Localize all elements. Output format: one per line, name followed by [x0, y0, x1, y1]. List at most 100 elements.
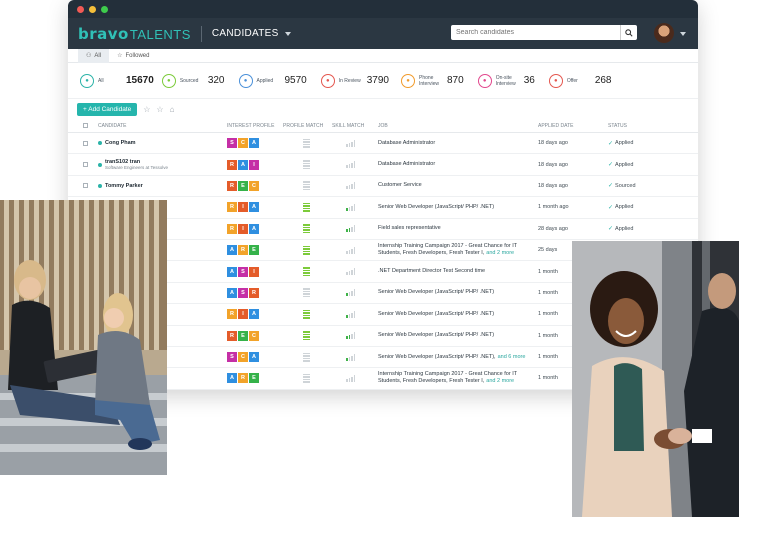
job-cell[interactable]: Internship Training Campaign 2017 - Grea…: [378, 243, 538, 257]
status-text: Applied: [615, 161, 634, 168]
star-outline-icon[interactable]: ☆: [156, 105, 163, 114]
skill-bar: [351, 248, 353, 254]
tab-followed[interactable]: ☆ Followed: [109, 49, 157, 63]
skill-match-icon: [346, 203, 378, 211]
job-cell[interactable]: .NET Department Director Test Second tim…: [378, 268, 538, 275]
search-button[interactable]: [620, 25, 637, 40]
col-job[interactable]: JOB: [378, 123, 538, 129]
skill-match-icon: [346, 139, 378, 147]
match-bar: [303, 248, 310, 250]
match-bar: [303, 333, 310, 336]
profile-match-cell: [283, 373, 332, 383]
tab-all[interactable]: ⚇ All: [78, 48, 110, 63]
interest-badge: A: [249, 309, 259, 320]
row-checkbox[interactable]: [83, 140, 88, 146]
candidate-name[interactable]: Tommy Parker: [105, 183, 143, 189]
interest-badge: R: [227, 223, 237, 234]
interest-badge: R: [249, 287, 259, 298]
more-jobs-link[interactable]: and 2 more: [486, 378, 514, 384]
stat-applied[interactable]: ● Applied 9570: [238, 63, 307, 99]
people-icon: ●: [80, 73, 94, 88]
stat-on-site-interview[interactable]: ● On-site Interview 36: [477, 63, 535, 99]
match-bar: [303, 229, 310, 231]
interest-badge: E: [238, 330, 248, 341]
job-cell[interactable]: Senior Web Developer (JavaScript/ PHP/ .…: [378, 332, 538, 339]
job-cell[interactable]: Field sales representative: [378, 225, 538, 232]
stat-phone-interview[interactable]: ● Phone Interview 870: [401, 63, 464, 99]
col-profile-match[interactable]: PROFILE MATCH: [283, 123, 332, 129]
match-bar: [303, 352, 310, 355]
job-cell[interactable]: Database Administrator: [378, 161, 538, 168]
job-title: Database Administrator: [378, 139, 436, 146]
account-chevron-down-icon[interactable]: [680, 32, 686, 36]
job-cell[interactable]: Senior Web Developer (JavaScript/ PHP/ .…: [378, 311, 538, 318]
candidate-name[interactable]: Cong Pham: [105, 140, 136, 146]
maximize-window-button[interactable]: [101, 5, 108, 13]
skill-bar: [353, 139, 355, 147]
search-input[interactable]: [451, 29, 611, 36]
col-skill-match[interactable]: SKILL MATCH: [332, 123, 378, 129]
table-row[interactable]: Tommy Parker R E C Customer Service 18 days a…: [68, 176, 698, 198]
interest-badge: A: [249, 138, 259, 149]
star-icon[interactable]: ☆: [143, 105, 150, 114]
table-row[interactable]: Cong Pham S C A Database Administrator 18 day…: [68, 133, 698, 155]
table-row[interactable]: tranS102 tran Software Engineers at Tesso…: [68, 154, 698, 176]
col-interest-profile[interactable]: INTEREST PROFILE: [227, 123, 283, 129]
select-all-checkbox[interactable]: [83, 123, 88, 128]
candidate-cell: Cong Pham: [89, 140, 227, 146]
minimize-window-button[interactable]: [89, 5, 96, 13]
more-jobs-link[interactable]: and 2 more: [486, 250, 514, 256]
job-cell[interactable]: Customer Service: [378, 182, 538, 189]
skill-bar: [351, 227, 353, 233]
skill-bar: [346, 272, 348, 276]
skill-bar: [346, 293, 348, 297]
onsite-icon: ●: [477, 73, 492, 88]
interest-profile-cell: REC: [227, 330, 283, 341]
close-window-button[interactable]: [77, 5, 84, 13]
match-bar: [303, 138, 310, 141]
logo-rest-text: TALENTS: [129, 26, 191, 42]
job-cell[interactable]: Senior Web Developer (JavaScript/ PHP/ .…: [378, 354, 538, 361]
match-bar: [303, 381, 310, 383]
match-bar: [303, 373, 310, 376]
col-status[interactable]: STATUS: [608, 123, 688, 129]
interest-profile-badges: SCA: [227, 138, 283, 149]
archive-icon[interactable]: ⌂: [170, 105, 175, 114]
add-candidate-button[interactable]: + Add Candidate: [77, 102, 138, 116]
job-cell[interactable]: Database Administrator: [378, 140, 538, 147]
match-bar: [303, 146, 310, 148]
interest-profile-cell: RIA: [227, 223, 283, 234]
row-checkbox[interactable]: [83, 162, 88, 168]
job-cell[interactable]: Senior Web Developer (JavaScript/ PHP/ .…: [378, 289, 538, 296]
col-candidate[interactable]: CANDIDATE: [89, 123, 227, 129]
module-switcher[interactable]: CANDIDATES: [212, 28, 291, 39]
stat-label: Sourced: [179, 77, 199, 84]
stat-all[interactable]: ● All 15670: [80, 63, 154, 99]
skill-match-cell: [332, 289, 378, 297]
skill-bar: [353, 289, 355, 297]
match-bar: [303, 188, 310, 191]
stat-count: 870: [447, 75, 464, 86]
interest-badge: R: [238, 373, 248, 384]
stat-sourced[interactable]: ● Sourced 320: [161, 63, 225, 99]
interest-badge: C: [238, 352, 248, 363]
more-jobs-link[interactable]: and 6 more: [498, 354, 526, 360]
job-cell[interactable]: Senior Web Developer (JavaScript/ PHP/ .…: [378, 204, 538, 211]
row-checkbox[interactable]: [83, 183, 88, 189]
skill-bar: [353, 310, 355, 318]
match-bar: [303, 267, 310, 269]
check-circle-icon: ✓: [608, 226, 614, 233]
app-logo[interactable]: bravo TALENTS: [78, 25, 191, 43]
skill-bar: [346, 378, 348, 382]
job-cell[interactable]: Internship Training Campaign 2017 - Grea…: [378, 371, 538, 385]
skill-match-icon: [346, 332, 378, 340]
photo-women-on-stairs: [0, 200, 167, 475]
people-icon: ⚇: [86, 53, 92, 59]
profile-match-cell: [283, 352, 332, 362]
user-avatar[interactable]: [654, 23, 674, 43]
col-applied-date[interactable]: APPLIED DATE: [538, 123, 608, 129]
stat-offer[interactable]: ● Offer 268: [548, 63, 612, 99]
match-bar: [303, 293, 310, 295]
stat-in-review[interactable]: ● In Review 3790: [320, 63, 389, 99]
match-bar: [303, 162, 310, 165]
